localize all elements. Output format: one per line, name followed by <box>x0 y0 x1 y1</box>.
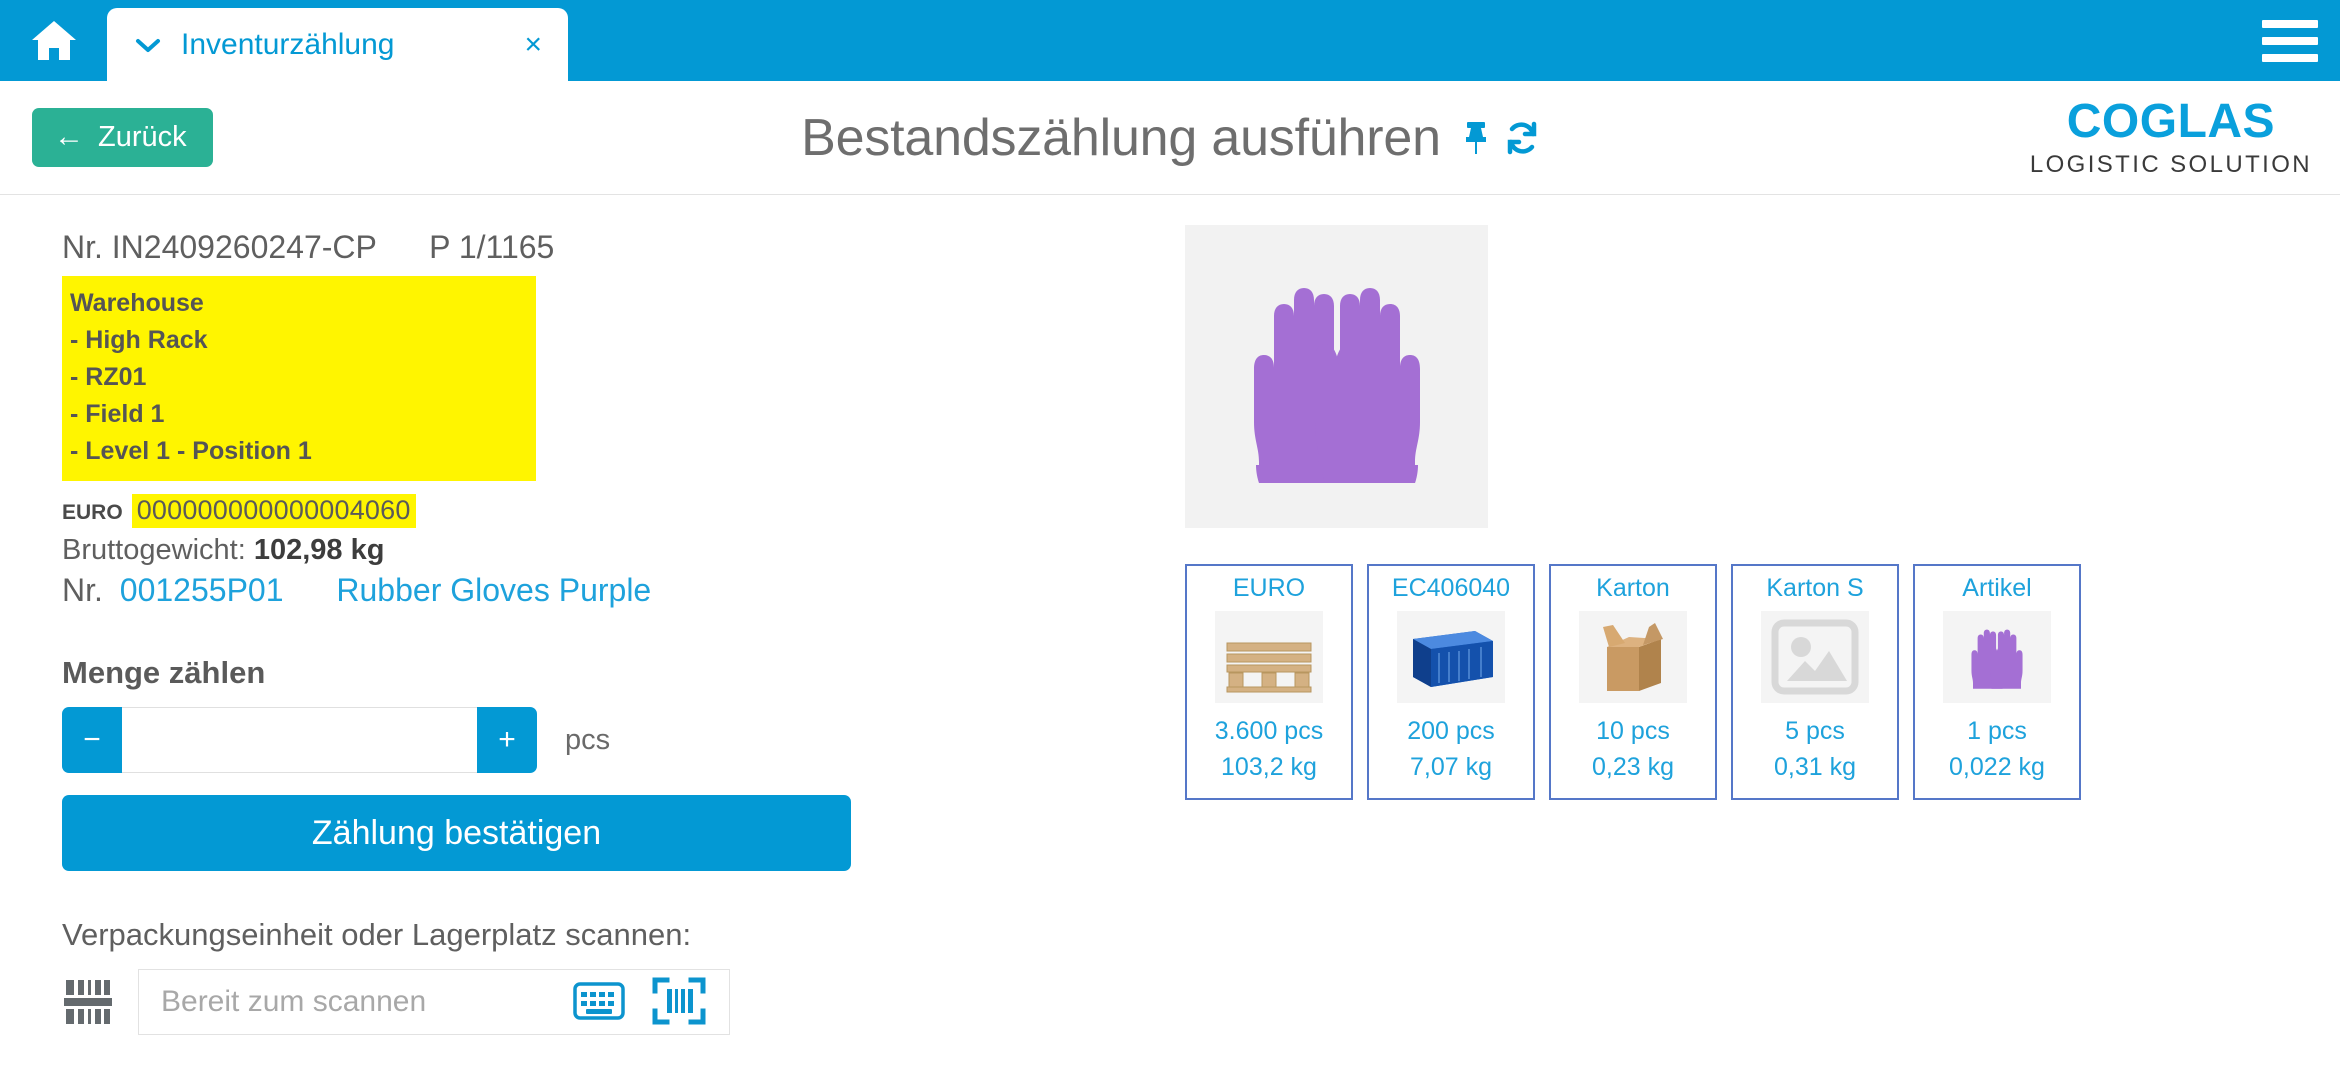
home-icon <box>30 19 78 63</box>
tab-label: Inventurzählung <box>181 27 395 61</box>
gross-weight-line: Bruttogewicht: 102,98 kg <box>62 534 1185 567</box>
euro-barcode-value: 000000000000004060 <box>131 494 416 528</box>
close-icon[interactable]: × <box>494 29 542 60</box>
barcode-icon <box>62 977 118 1027</box>
hamburger-bar <box>2262 53 2318 62</box>
scan-row <box>62 969 1185 1035</box>
keyboard-icon <box>573 981 625 1024</box>
packaging-unit-name: Artikel <box>1962 574 2032 602</box>
main-content: Nr. IN2409260247-CP P 1/1165 Warehouse -… <box>0 195 2340 1091</box>
quantity-heading: Menge zählen <box>62 655 266 690</box>
packaging-unit-weight: 0,31 kg <box>1773 753 1856 782</box>
euro-label: EURO <box>62 501 123 524</box>
packaging-unit-quantity: 10 pcs <box>1596 717 1670 745</box>
gross-weight-label: Bruttogewicht: <box>62 534 246 566</box>
hamburger-menu-icon[interactable] <box>2262 19 2318 62</box>
coglas-logo: COGLAS LOGISTIC SOLUTION <box>2030 98 2312 177</box>
euro-pallet-image <box>1215 611 1323 703</box>
right-panel: EURO 3.600 pcs 103,2 kg EC406040 200 pcs… <box>1185 195 2340 1091</box>
packaging-unit-name: Karton S <box>1766 574 1864 602</box>
confirm-count-button[interactable]: Zählung bestätigen <box>62 795 851 871</box>
quantity-decrement-button[interactable]: − <box>62 707 122 773</box>
arrow-left-icon: ← <box>54 120 84 153</box>
packaging-unit-name: EC406040 <box>1391 574 1511 602</box>
packaging-unit-card[interactable]: EURO 3.600 pcs 103,2 kg <box>1185 564 1353 800</box>
packaging-unit-weight: 0,022 kg <box>1949 753 2045 782</box>
document-nr-prefix: Nr. <box>62 229 103 265</box>
location-line-warehouse: Warehouse <box>70 289 204 317</box>
gross-weight-value: 102,98 kg <box>253 534 385 566</box>
chevron-down-icon[interactable] <box>135 37 161 53</box>
refresh-icon[interactable] <box>1505 121 1539 155</box>
purple-rubber-gloves-image <box>1206 246 1467 507</box>
packaging-unit-name: Karton <box>1596 574 1670 602</box>
blue-crate-image <box>1397 611 1505 703</box>
packaging-unit-card[interactable]: EC406040 200 pcs 7,07 kg <box>1367 564 1535 800</box>
packaging-unit-quantity: 200 pcs <box>1407 717 1495 745</box>
packaging-unit-quantity: 3.600 pcs <box>1214 717 1324 745</box>
packaging-unit-weight: 0,23 kg <box>1591 753 1674 782</box>
document-number: IN2409260247-CP <box>111 229 377 265</box>
pin-icon[interactable] <box>1463 121 1489 155</box>
article-line: Nr. 001255P01 Rubber Gloves Purple <box>62 572 1185 609</box>
start-scan-button[interactable] <box>645 975 713 1030</box>
location-line-field: - Field 1 <box>70 400 165 428</box>
quantity-increment-button[interactable]: + <box>477 707 537 773</box>
quantity-row: − + pcs <box>62 707 1185 773</box>
back-button[interactable]: ← Zurück <box>32 108 213 167</box>
packaging-unit-weight: 103,2 kg <box>1221 753 1317 782</box>
brand-name: COGLAS <box>2066 95 2276 148</box>
storage-location-box: Warehouse - High Rack - RZ01 - Field 1 -… <box>62 276 536 481</box>
brand-tagline: LOGISTIC SOLUTION <box>2029 151 2312 178</box>
location-line-highrack: - High Rack <box>70 326 208 354</box>
header-center: Bestandszählung ausführen <box>0 108 2340 168</box>
hamburger-bar <box>2262 36 2318 45</box>
packaging-unit-quantity: 1 pcs <box>1967 717 2027 745</box>
document-line: Nr. IN2409260247-CP P 1/1165 <box>62 229 1185 266</box>
image-placeholder-icon <box>1761 611 1869 703</box>
tab-inventurzaehlung[interactable]: Inventurzählung × <box>107 8 568 81</box>
quantity-stepper: − + <box>62 707 537 773</box>
article-name-link[interactable]: Rubber Gloves Purple <box>336 572 651 608</box>
hamburger-bar <box>2262 19 2318 28</box>
packaging-units-row: EURO 3.600 pcs 103,2 kg EC406040 200 pcs… <box>1185 564 2340 800</box>
quantity-input[interactable] <box>122 707 477 773</box>
home-button[interactable] <box>0 0 107 81</box>
article-number-link[interactable]: 001255P01 <box>120 572 284 608</box>
tab-bar: Inventurzählung × <box>0 0 2340 81</box>
article-nr-prefix: Nr. <box>62 572 103 608</box>
packaging-unit-weight: 7,07 kg <box>1409 753 1492 782</box>
packaging-unit-card[interactable]: Artikel 1 pcs 0,022 kg <box>1913 564 2081 800</box>
scan-input[interactable] <box>161 985 553 1019</box>
packaging-unit-name: EURO <box>1232 574 1306 602</box>
scan-instruction-label: Verpackungseinheit oder Lagerplatz scann… <box>62 917 692 952</box>
euro-barcode-line: EURO 000000000000004060 <box>62 494 1185 528</box>
location-line-level: - Level 1 - Position 1 <box>70 437 312 465</box>
quantity-unit-label: pcs <box>565 723 611 756</box>
packaging-unit-card[interactable]: Karton S 5 pcs 0,31 kg <box>1731 564 1899 800</box>
back-button-label: Zurück <box>98 120 187 153</box>
page-header: ← Zurück Bestandszählung ausführen COGLA… <box>0 81 2340 195</box>
left-panel: Nr. IN2409260247-CP P 1/1165 Warehouse -… <box>0 195 1185 1091</box>
cardboard-box-image <box>1579 611 1687 703</box>
purple-gloves-image <box>1943 611 2051 703</box>
packaging-unit-card[interactable]: Karton 10 pcs 0,23 kg <box>1549 564 1717 800</box>
keyboard-button[interactable] <box>567 981 631 1024</box>
product-image <box>1185 225 1488 528</box>
packaging-unit-quantity: 5 pcs <box>1785 717 1845 745</box>
page-title: Bestandszählung ausführen <box>801 108 1441 167</box>
location-line-rz01: - RZ01 <box>70 363 147 391</box>
page-indicator: P 1/1165 <box>429 229 555 265</box>
barcode-scan-icon <box>651 975 707 1030</box>
scan-input-field[interactable] <box>138 969 730 1035</box>
